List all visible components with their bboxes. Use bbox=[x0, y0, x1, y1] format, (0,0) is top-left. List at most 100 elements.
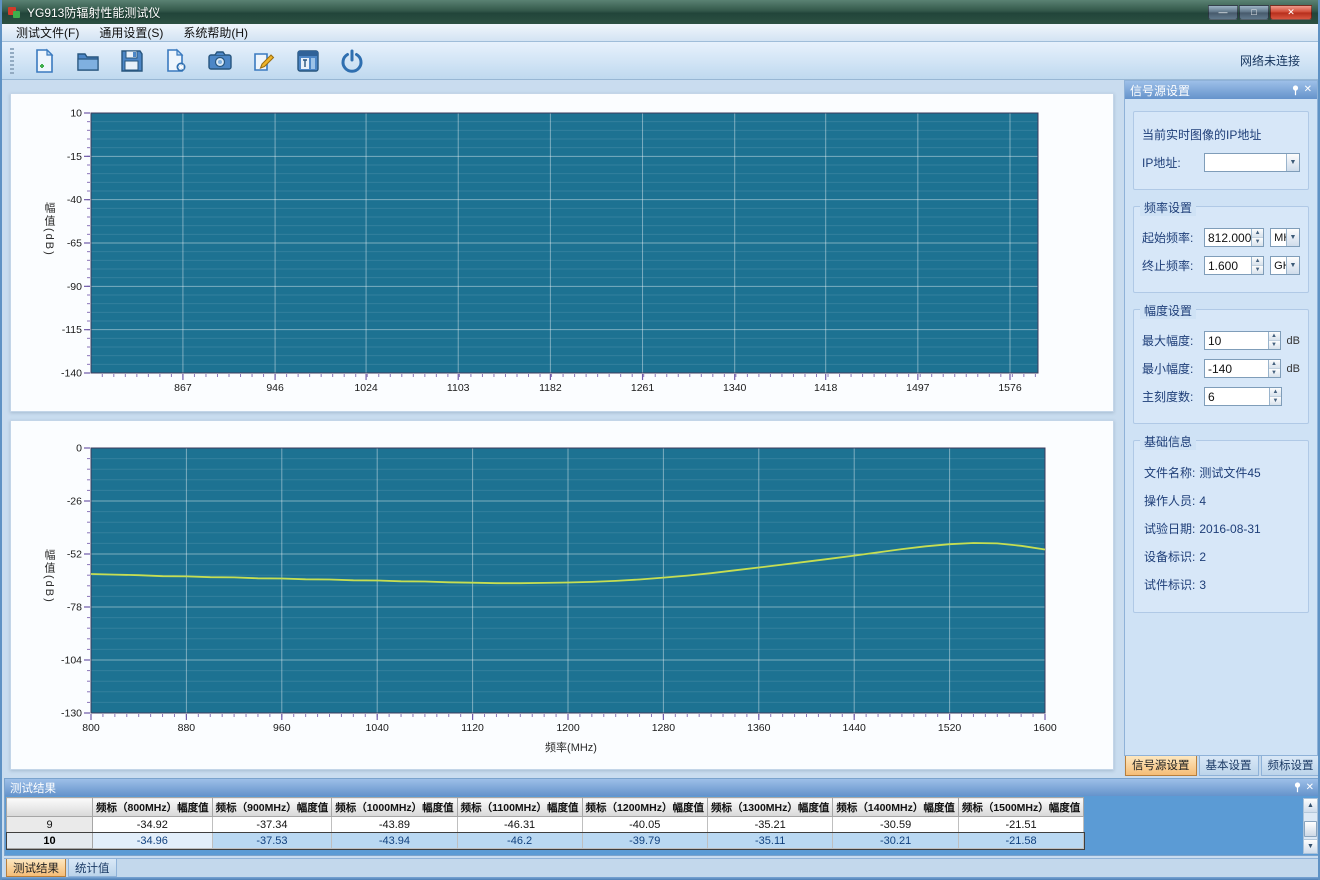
cell-10-6[interactable]: -30.21 bbox=[833, 833, 958, 849]
start-frequency-input[interactable]: 812.000 ▲▼ bbox=[1204, 228, 1264, 247]
column-header-5[interactable]: 频标（1300MHz）幅度值 bbox=[707, 798, 832, 817]
cell-10-7[interactable]: -21.58 bbox=[958, 833, 1083, 849]
bottom-tab-1[interactable]: 统计值 bbox=[68, 859, 117, 877]
snapshot-button[interactable] bbox=[204, 45, 236, 77]
basic-info-caption: 基础信息 bbox=[1140, 433, 1196, 450]
new-file-button[interactable] bbox=[28, 45, 60, 77]
cell-9-3[interactable]: -46.31 bbox=[457, 817, 582, 833]
scrollbar-thumb[interactable] bbox=[1304, 821, 1317, 837]
ip-group: 当前实时图像的IP地址 IP地址: ▼ bbox=[1133, 111, 1309, 190]
results-dock: 测试结果 ✕ 频标（800MHz）幅度值频标（900MHz）幅度值频标（1000… bbox=[4, 778, 1320, 856]
side-tab-2[interactable]: 频标设置 bbox=[1261, 756, 1320, 776]
major-divisions-input[interactable]: 6 ▲▼ bbox=[1204, 387, 1282, 406]
column-header-1[interactable]: 频标（900MHz）幅度值 bbox=[212, 798, 332, 817]
cell-10-2[interactable]: -43.94 bbox=[332, 833, 457, 849]
open-file-button[interactable] bbox=[72, 45, 104, 77]
menu-item-0[interactable]: 测试文件(F) bbox=[6, 23, 89, 42]
lower-chart-panel: 幅值(dB) 频率(MHz) 8008809601040112012001280… bbox=[10, 420, 1114, 770]
app-logo-icon bbox=[8, 6, 21, 19]
stop-frequency-input[interactable]: 1.600 ▲▼ bbox=[1204, 256, 1264, 275]
y-tick-label: 0 bbox=[76, 443, 82, 455]
basic-info-group: 基础信息 文件名称:测试文件45操作人员:4试验日期:2016-08-31设备标… bbox=[1133, 440, 1309, 613]
major-divisions-spinner[interactable]: ▲▼ bbox=[1269, 388, 1281, 405]
scroll-up-icon[interactable]: ▲ bbox=[1304, 799, 1317, 813]
min-amplitude-input[interactable]: -140 ▲▼ bbox=[1204, 359, 1281, 378]
cell-10-5[interactable]: -35.11 bbox=[707, 833, 832, 849]
start-frequency-value: 812.000 bbox=[1208, 231, 1251, 245]
cell-9-5[interactable]: -35.21 bbox=[707, 817, 832, 833]
row-number[interactable]: 9 bbox=[7, 817, 93, 833]
cell-9-7[interactable]: -21.51 bbox=[958, 817, 1083, 833]
column-header-4[interactable]: 频标（1200MHz）幅度值 bbox=[582, 798, 707, 817]
dropdown-arrow-icon[interactable]: ▼ bbox=[1286, 229, 1299, 246]
scroll-down-icon[interactable]: ▼ bbox=[1304, 839, 1317, 853]
minimize-button[interactable]: — bbox=[1208, 5, 1238, 20]
cell-10-3[interactable]: -46.2 bbox=[457, 833, 582, 849]
close-button[interactable]: ✕ bbox=[1270, 5, 1312, 20]
stop-frequency-spinner[interactable]: ▲▼ bbox=[1251, 257, 1263, 274]
x-tick-label: 1261 bbox=[631, 382, 655, 394]
row-number[interactable]: 10 bbox=[7, 833, 93, 849]
edit-button[interactable] bbox=[248, 45, 280, 77]
dropdown-arrow-icon[interactable]: ▼ bbox=[1286, 257, 1299, 274]
toolbar-grip[interactable] bbox=[10, 48, 14, 74]
column-header-6[interactable]: 频标（1400MHz）幅度值 bbox=[833, 798, 958, 817]
cell-10-0[interactable]: -34.96 bbox=[93, 833, 213, 849]
menu-item-2[interactable]: 系统帮助(H) bbox=[173, 23, 258, 42]
chart-canvas: 8008809601040112012001280136014401520160… bbox=[11, 421, 1113, 769]
stop-frequency-unit-select[interactable]: GHz ▼ bbox=[1270, 256, 1300, 275]
major-divisions-value: 6 bbox=[1208, 390, 1215, 404]
menu-bar: 测试文件(F)通用设置(S)系统帮助(H) bbox=[2, 24, 1318, 42]
x-tick-label: 800 bbox=[82, 722, 100, 734]
max-amplitude-spinner[interactable]: ▲▼ bbox=[1268, 332, 1280, 349]
panel-close-icon[interactable]: ✕ bbox=[1304, 85, 1312, 95]
table-row-9[interactable]: 9-34.92-37.34-43.89-46.31-40.05-35.21-30… bbox=[7, 817, 1084, 833]
column-header-0[interactable]: 频标（800MHz）幅度值 bbox=[93, 798, 213, 817]
y-tick-label: -104 bbox=[61, 655, 82, 667]
cell-9-2[interactable]: -43.89 bbox=[332, 817, 457, 833]
lower-chart-plot: 8008809601040112012001280136014401520160… bbox=[11, 421, 1113, 769]
menu-item-1[interactable]: 通用设置(S) bbox=[89, 23, 173, 42]
cell-9-6[interactable]: -30.59 bbox=[833, 817, 958, 833]
column-header-3[interactable]: 频标（1100MHz）幅度值 bbox=[457, 798, 582, 817]
column-header-2[interactable]: 频标（1000MHz）幅度值 bbox=[332, 798, 457, 817]
bottom-tab-0[interactable]: 测试结果 bbox=[6, 859, 66, 877]
side-tab-1[interactable]: 基本设置 bbox=[1199, 756, 1259, 776]
start-frequency-spinner[interactable]: ▲▼ bbox=[1251, 229, 1263, 246]
export-button[interactable] bbox=[160, 45, 192, 77]
frequency-group-caption: 频率设置 bbox=[1140, 199, 1196, 216]
dropdown-arrow-icon[interactable]: ▼ bbox=[1286, 154, 1299, 171]
min-amplitude-spinner[interactable]: ▲▼ bbox=[1268, 360, 1280, 377]
results-scrollbar[interactable]: ▲ ▼ bbox=[1303, 798, 1318, 854]
y-tick-label: -40 bbox=[67, 194, 82, 206]
scrollbar-track[interactable] bbox=[1304, 813, 1317, 839]
panel-close-icon[interactable]: ✕ bbox=[1306, 783, 1314, 793]
info-row-1: 操作人员:4 bbox=[1144, 492, 1298, 509]
cell-9-0[interactable]: -34.92 bbox=[93, 817, 213, 833]
save-button[interactable] bbox=[116, 45, 148, 77]
info-value: 4 bbox=[1199, 494, 1206, 508]
cell-9-1[interactable]: -37.34 bbox=[212, 817, 332, 833]
side-panel-tab-strip: 信号源设置基本设置频标设置 bbox=[1124, 756, 1320, 776]
start-frequency-unit-select[interactable]: MHz ▼ bbox=[1270, 228, 1300, 247]
pin-icon[interactable] bbox=[1291, 85, 1300, 96]
x-tick-label: 1280 bbox=[652, 722, 676, 734]
pin-icon[interactable] bbox=[1293, 782, 1302, 793]
x-tick-label: 1182 bbox=[539, 382, 562, 394]
power-button[interactable] bbox=[336, 45, 368, 77]
cell-10-4[interactable]: -39.79 bbox=[582, 833, 707, 849]
maximize-button[interactable]: □ bbox=[1239, 5, 1269, 20]
side-tab-0[interactable]: 信号源设置 bbox=[1125, 756, 1197, 776]
column-header-7[interactable]: 频标（1500MHz）幅度值 bbox=[958, 798, 1083, 817]
table-row-10[interactable]: 10-34.96-37.53-43.94-46.2-39.79-35.11-30… bbox=[7, 833, 1084, 849]
x-tick-label: 1103 bbox=[447, 382, 470, 394]
ip-address-select[interactable]: ▼ bbox=[1204, 153, 1300, 172]
report-button[interactable] bbox=[292, 45, 324, 77]
cell-9-4[interactable]: -40.05 bbox=[582, 817, 707, 833]
cell-10-1[interactable]: -37.53 bbox=[212, 833, 332, 849]
x-tick-label: 1024 bbox=[354, 382, 378, 394]
info-label: 设备标识: bbox=[1144, 550, 1195, 564]
x-tick-label: 1418 bbox=[814, 382, 838, 394]
max-amplitude-input[interactable]: 10 ▲▼ bbox=[1204, 331, 1281, 350]
start-frequency-row: 起始频率: 812.000 ▲▼ MHz ▼ bbox=[1142, 228, 1300, 247]
